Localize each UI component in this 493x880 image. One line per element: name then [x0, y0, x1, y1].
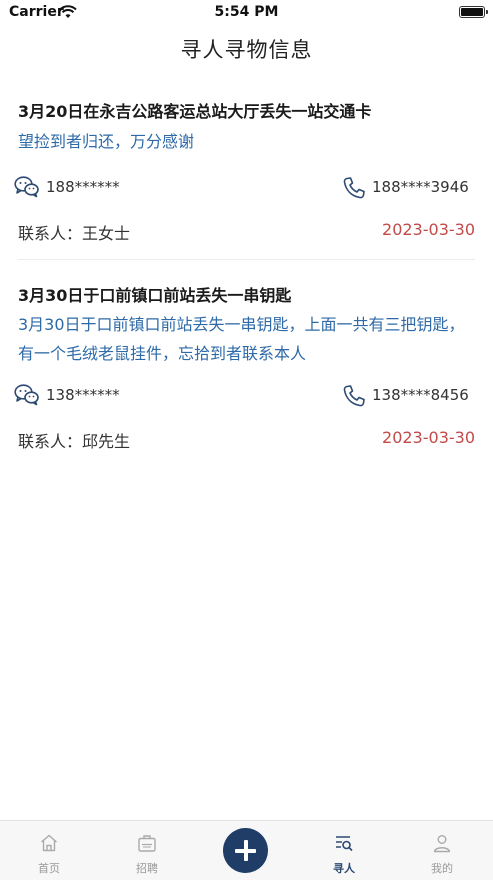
post-date: 2023-03-30: [382, 428, 475, 447]
post-title: 3月20日在永吉公路客运总站大厅丢失一站交通卡: [18, 102, 372, 121]
post-description: 望捡到者归还，万分感谢: [18, 132, 195, 151]
post-description: 3月30日于口前镇口前站丢失一串钥匙，上面一共有三把钥匙，有一个毛绒老鼠挂件，忘…: [18, 315, 465, 363]
post-title: 3月30日于口前镇口前站丢失一串钥匙: [18, 286, 292, 305]
phone-number: 138****8456: [372, 386, 469, 404]
tab-find-people[interactable]: 寻人: [314, 821, 374, 880]
tab-label: 寻人: [333, 862, 355, 875]
wechat-id: 188******: [46, 178, 120, 196]
home-icon: [41, 834, 57, 852]
wechat-icon: [14, 384, 39, 406]
post-date: 2023-03-30: [382, 220, 475, 239]
page-title: 寻人寻物信息: [180, 38, 313, 62]
divider: [18, 259, 475, 260]
search-list-icon: [336, 836, 353, 852]
tab-label: 招聘: [136, 862, 158, 875]
tab-label: 首页: [38, 862, 60, 875]
contact-row: 138****** 138****8456: [14, 384, 475, 408]
tab-jobs[interactable]: 招聘: [117, 821, 177, 880]
tab-home[interactable]: 首页: [19, 821, 79, 880]
status-bar: Carrier 5:54 PM: [0, 0, 493, 26]
contact-person: 联系人：邱先生: [18, 432, 131, 451]
phone-icon: [343, 385, 365, 407]
add-post-button[interactable]: [223, 828, 268, 873]
post-card[interactable]: 3月30日于口前镇口前站丢失一串钥匙 3月30日于口前镇口前站丢失一串钥匙，上面…: [14, 280, 475, 451]
phone-link[interactable]: 138****8456: [342, 384, 475, 408]
contact-row: 188****** 188****3946: [14, 176, 475, 200]
phone-icon: [343, 177, 365, 199]
user-icon: [433, 835, 451, 853]
tab-label: 我的: [431, 862, 453, 875]
wechat-id: 138******: [46, 386, 120, 404]
tab-profile[interactable]: 我的: [412, 821, 472, 880]
contact-person: 联系人：王女士: [18, 224, 131, 243]
phone-number: 188****3946: [372, 178, 469, 196]
battery-icon: [459, 6, 488, 18]
phone-link[interactable]: 188****3946: [342, 176, 475, 200]
wechat-icon: [14, 176, 39, 198]
job-icon: [138, 835, 156, 852]
post-card[interactable]: 3月20日在永吉公路客运总站大厅丢失一站交通卡 望捡到者归还，万分感谢 188*…: [14, 96, 475, 256]
clock: 5:54 PM: [214, 4, 279, 20]
